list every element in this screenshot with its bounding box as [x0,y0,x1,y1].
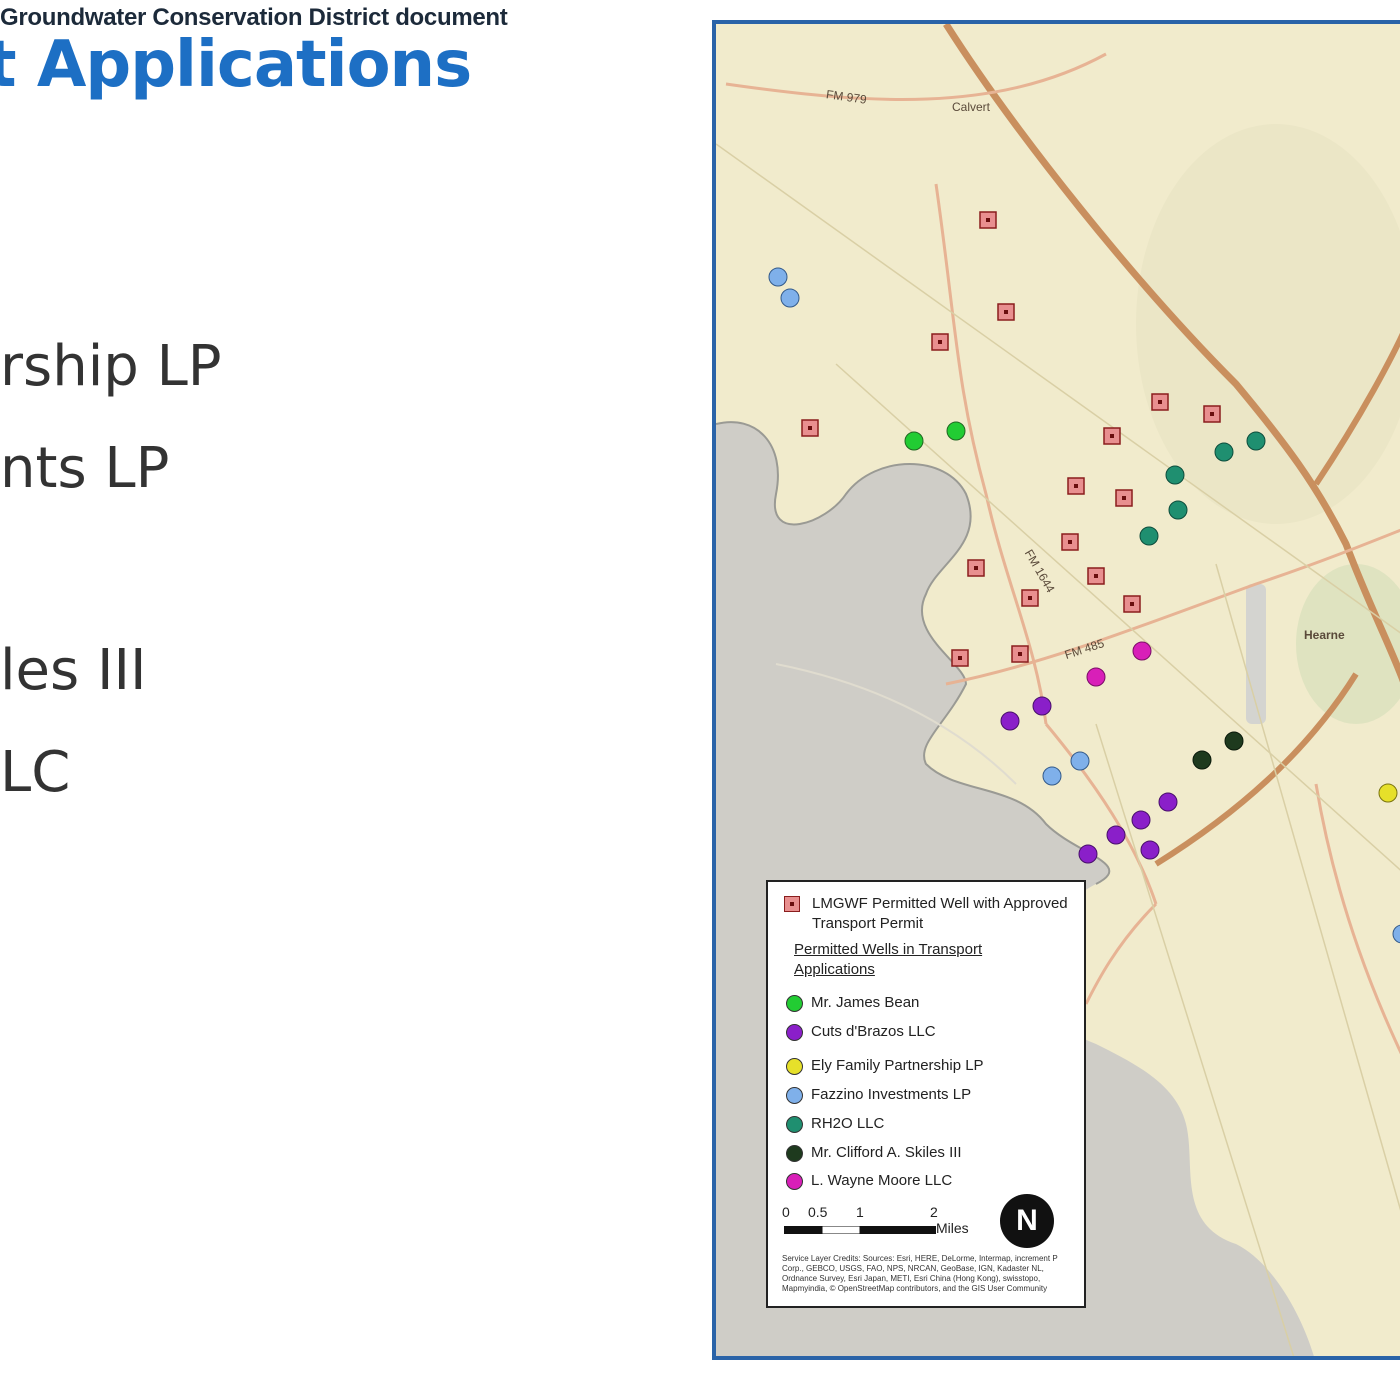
well-marker [1168,500,1188,520]
permitted-well-symbol [784,896,800,912]
well-marker [1214,442,1234,462]
legend-label: Cuts d'Brazos LLC [811,1023,936,1040]
legend-label: Mr. James Bean [811,994,920,1011]
scale-bar: 0 0.5 1 2 Miles [782,1204,982,1244]
scale-label: 0 [782,1204,790,1220]
north-arrow-icon: N [1000,1194,1054,1248]
legend-entry: Cuts d'Brazos LLC [786,1021,936,1043]
legend-dot [786,1057,803,1075]
bullet-item: LC [0,740,71,805]
well-marker [1042,766,1062,786]
map-legend: LMGWF Permitted Well with Approved Trans… [766,880,1086,1308]
scale-label: 0.5 [808,1204,828,1220]
legend-entry: Ely Family Partnership LP [786,1055,984,1077]
legend-label: RH2O LLC [811,1115,885,1132]
legend-label: Fazzino Investments LP [811,1086,972,1103]
well-marker [1132,641,1152,661]
legend-entry: RH2O LLC [786,1113,884,1135]
legend-dot [786,1023,803,1041]
well-marker [1131,810,1151,830]
bullet-item: les III [0,638,147,703]
scale-label: 1 [856,1204,864,1220]
skiles-wells [1192,731,1244,770]
well-marker [1078,844,1098,864]
well-marker [1106,825,1126,845]
scale-label: 2 [930,1204,938,1220]
scale-bar-graphic [784,1226,936,1234]
well-marker [1378,783,1398,803]
legend-dot [786,1144,803,1162]
well-marker [780,288,800,308]
well-marker [1086,667,1106,687]
well-marker [1392,924,1400,944]
well-marker [1070,751,1090,771]
bullet-item: nts LP [0,436,170,501]
legend-dot [786,994,803,1012]
legend-label: L. Wayne Moore LLC [811,1172,953,1189]
legend-entry: Mr. James Bean [786,992,919,1014]
well-marker [1140,840,1160,860]
legend-entry: Mr. Clifford A. Skiles III [786,1142,962,1164]
legend-dot [786,1086,803,1104]
legend-entry: L. Wayne Moore LLC [786,1170,952,1192]
legend-dot [786,1172,803,1190]
legend-entry: Fazzino Investments LP [786,1084,971,1106]
well-marker [1224,731,1244,751]
legend-label: LMGWF Permitted Well with Approved Trans… [812,895,1068,932]
well-marker [1139,526,1159,546]
place-label: Calvert [952,100,991,114]
well-marker [768,267,788,287]
slide-title: t Applications [0,28,472,102]
scale-unit: Miles [936,1220,969,1236]
well-marker [1158,792,1178,812]
legend-subheading: Permitted Wells in Transport Application… [794,941,983,978]
legend-label: Mr. Clifford A. Skiles III [811,1144,962,1161]
legend-dot [786,1115,803,1133]
well-marker [1000,711,1020,731]
map-credits: Service Layer Credits: Sources: Esri, HE… [782,1254,1058,1293]
ely-wells [1378,783,1398,803]
well-marker [904,431,924,451]
well-marker [1192,750,1212,770]
well-marker [1165,465,1185,485]
bean-wells [904,421,966,451]
bullet-item: rship LP [0,334,222,399]
well-marker [946,421,966,441]
place-label: Hearne [1304,628,1345,642]
well-marker [1246,431,1266,451]
legend-label: Ely Family Partnership LP [811,1057,984,1074]
well-marker [1032,696,1052,716]
